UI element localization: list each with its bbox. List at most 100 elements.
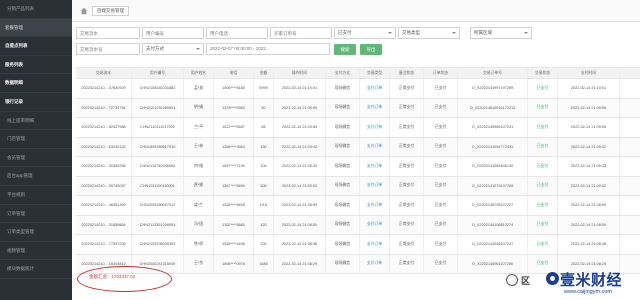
status-select[interactable]: 已支付 — [334, 27, 396, 39]
column-header[interactable]: 交易状态 — [528, 68, 558, 78]
table-cell: O_X220214610916172212 — [458, 98, 528, 117]
pay-order-link[interactable]: 支付订单 — [360, 137, 390, 156]
column-header[interactable]: 用户编号 — [132, 68, 184, 78]
column-header[interactable]: 交易订单号 — [458, 68, 528, 78]
sidebar-item[interactable]: 后台app管理 — [0, 167, 72, 186]
page-tab-title[interactable]: 后端交易管理 — [92, 6, 129, 16]
date-range-picker[interactable]: 2022-02-07 00:00:00 - 2022... — [206, 43, 330, 55]
search-button[interactable]: 搜索 — [334, 43, 356, 55]
table-row[interactable]: 20220214210... 31559336 CHN2110740346064 何… — [76, 157, 640, 177]
pay-order-link[interactable]: 支付订单 — [360, 176, 390, 195]
table-cell: CHN2110111917001 — [132, 118, 184, 137]
table-cell: 20220214210... 13240132 — [76, 137, 132, 156]
pay-order-link[interactable]: 支付订单 — [360, 196, 390, 215]
table-cell: O_X2202145966107231 — [458, 118, 528, 137]
table-cell: O_X2202146795107207 — [458, 196, 528, 215]
table-row[interactable]: 20220214210... 07630929 CHN2108240231882 孟… — [76, 79, 640, 99]
table-cell: 300 — [254, 176, 274, 195]
column-header[interactable]: 交易流水 — [76, 68, 132, 78]
table-cell: 20220214210... 31859864 — [76, 215, 132, 234]
pay-order-link[interactable]: 支付订单 — [360, 215, 390, 234]
column-header[interactable]: 用户姓名 — [184, 68, 214, 78]
region-select-value: 所属区域 — [474, 30, 492, 35]
table-cell: CHN2101291269901 — [132, 98, 184, 117]
top-bar: 后端交易管理 — [72, 0, 640, 22]
table-cell: 2022-02-14 21:09:42 — [274, 137, 326, 156]
sidebar-item[interactable]: 视频管理 — [0, 242, 72, 261]
table-row[interactable]: 20220214210... 62437988 CHN2110111917001 兰… — [76, 118, 640, 138]
export-button[interactable]: 导出 — [360, 43, 382, 55]
sidebar-item[interactable]: 订单类型管理 — [0, 223, 72, 242]
chevron-down-icon — [388, 32, 392, 34]
table-cell: 1580 — [254, 254, 274, 273]
table-cell: 2022-02-14 21:09:55 — [558, 118, 620, 137]
watermark-brand: 壹米财经 — [560, 272, 623, 289]
sidebar-item[interactable]: 分销产品列表 — [0, 0, 72, 19]
table-cell: 2022-02-14 21:08:29 — [274, 254, 326, 273]
column-header[interactable]: 金额 — [254, 68, 274, 78]
pay-method-select[interactable]: 支付方式 — [142, 43, 204, 55]
table-cell: 现场微信 — [326, 157, 360, 176]
table-cell: 1536****4496 — [214, 235, 254, 254]
sidebar-item[interactable]: 线上提审明细 — [0, 112, 72, 131]
table-row[interactable]: 20220214210... 46351469 CHN2095180097012 梁… — [76, 196, 640, 216]
table-cell: 贾*娜 — [184, 176, 214, 195]
table-row[interactable]: 20220214210... 31859864 CHN2113301206991 冯… — [76, 215, 640, 235]
column-header[interactable]: 支付方式 — [326, 68, 360, 78]
column-header[interactable]: 备注状态 — [390, 68, 424, 78]
column-header[interactable]: 支付时间 — [558, 68, 620, 78]
region-select[interactable]: 所属区域 — [470, 27, 532, 39]
pay-order-link[interactable]: 支付订单 — [360, 235, 390, 254]
table-row[interactable]: 20220214210... 77537206 CHN2109208055393 熊… — [76, 235, 640, 255]
table-row[interactable]: 20220214210... 13240132 CHN1899289617010 王… — [76, 137, 640, 157]
sidebar-item[interactable]: 银行记录 — [0, 93, 72, 112]
table-cell: 2022-02-14 21:08:59 — [274, 196, 326, 215]
sidebar-item[interactable]: 订单管理 — [0, 205, 72, 224]
pay-order-link[interactable]: 支付订单 — [360, 254, 390, 273]
order-no-input[interactable] — [76, 27, 140, 39]
table-cell: 1522****5487 — [214, 118, 254, 137]
pay-order-link[interactable]: 支付订单 — [360, 157, 390, 176]
trade-type-select-value: 交易类型 — [402, 30, 420, 35]
table-row[interactable]: 20220214210... 72734794 CHN2101291269901 明… — [76, 98, 640, 118]
pay-order-link[interactable]: 支付订单 — [360, 118, 390, 137]
table-cell: 正常支付 — [390, 118, 424, 137]
sidebar-item[interactable]: 数据明细 — [0, 74, 72, 93]
table-cell: 2022-02-14 21:09:42 — [558, 137, 620, 156]
sidebar-item[interactable]: 套餐管理 — [0, 18, 72, 38]
column-header[interactable]: 电话 — [214, 68, 254, 78]
total-amount: 金额汇总：1703337.02 — [89, 274, 136, 279]
column-header[interactable]: 操作时间 — [274, 68, 326, 78]
column-header[interactable]: 交易类型 — [360, 68, 390, 78]
table-cell: 2022-02-14 21:09:33 — [558, 157, 620, 176]
table-header: 交易流水 用户编号 用户姓名 电话 金额 操作时间 支付方式 交易类型 备注状态 订单状态 交易订单… — [76, 67, 640, 79]
table-cell: 65 — [254, 118, 274, 137]
trade-order-input[interactable] — [76, 43, 140, 55]
sidebar-item[interactable]: 服务列表 — [0, 56, 72, 75]
table-cell: 1352****5680 — [214, 215, 254, 234]
filter-panel: 已支付 交易类型 所属区域 支付方式 2022-02-07 00:00:00 -… — [72, 22, 640, 62]
sidebar-item[interactable]: 门店管理 — [0, 130, 72, 149]
pay-order-link[interactable]: 支付订单 — [360, 98, 390, 117]
buyer-order-input[interactable] — [270, 27, 332, 39]
sidebar-item[interactable]: 自提点列表 — [0, 37, 72, 56]
sidebar-item[interactable]: 模块数据统计 — [0, 260, 72, 279]
table-cell: 2022-02-14 21:09:59 — [274, 98, 326, 117]
column-header[interactable]: 订单状态 — [424, 68, 458, 78]
table-cell: 正常支付 — [390, 176, 424, 195]
table-cell: 已支付 — [424, 196, 458, 215]
user-no-input[interactable] — [142, 27, 204, 39]
user-phone-input[interactable] — [206, 27, 268, 39]
table-cell: 已支付 — [424, 118, 458, 137]
table-cell: 5999 — [254, 79, 274, 98]
table-cell: 50 — [254, 98, 274, 117]
table-cell: 现场微信 — [326, 137, 360, 156]
table-row[interactable]: 20220214210... 39745097 CHN1911100110001 贾… — [76, 176, 640, 196]
table-cell: 已支付 — [528, 235, 558, 254]
sidebar-item[interactable]: 平台规则 — [0, 186, 72, 205]
home-icon[interactable] — [80, 7, 88, 15]
trade-type-select[interactable]: 交易类型 — [398, 27, 460, 39]
pay-order-link[interactable]: 支付订单 — [360, 79, 390, 98]
table-cell: O_X2202144106810274 — [458, 215, 528, 234]
sidebar-item[interactable]: 会员管理 — [0, 149, 72, 168]
